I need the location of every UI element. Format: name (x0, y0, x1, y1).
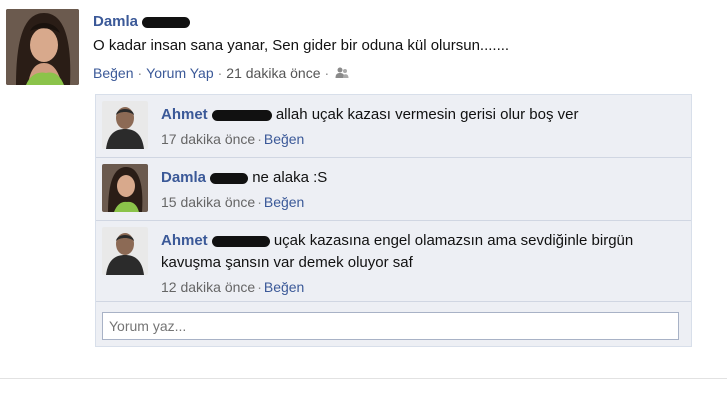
post-content: Damla O kadar insan sana yanar, Sen gide… (93, 12, 713, 83)
separator-dot: · (137, 65, 143, 81)
post-author-avatar[interactable] (6, 9, 79, 85)
comment-like-link[interactable]: Beğen (264, 131, 304, 147)
comment-input[interactable] (102, 312, 679, 340)
comment-timestamp[interactable]: 12 dakika önce (161, 279, 255, 295)
redacted-surname (210, 172, 249, 184)
redacted-surname (211, 109, 272, 121)
commenter-name[interactable]: Ahmet (161, 106, 208, 123)
commenter-name[interactable]: Ahmet (161, 232, 208, 249)
separator-dot: · (324, 65, 330, 81)
comments-list: Ahmet allah uçak kazası vermesin gerisi … (95, 94, 692, 347)
commenter-name[interactable]: Damla (161, 169, 206, 186)
comment-composer (96, 302, 691, 346)
separator-dot: · (257, 279, 262, 295)
story-divider (0, 378, 727, 379)
post-actions: Beğen · Yorum Yap · 21 dakika önce · (93, 64, 713, 83)
comment-like-link[interactable]: Beğen (264, 279, 304, 295)
post-author-row: Damla (93, 12, 713, 34)
commenter-avatar[interactable] (102, 101, 148, 149)
post-author-name[interactable]: Damla (93, 13, 138, 30)
comment-text: ne alaka :S (252, 169, 328, 186)
comment-body: Ahmet allah uçak kazası vermesin gerisi … (161, 95, 691, 149)
post-message: O kadar insan sana yanar, Sen gider bir … (93, 37, 510, 54)
comment-timestamp[interactable]: 17 dakika önce (161, 131, 255, 147)
commenter-avatar[interactable] (102, 227, 148, 275)
redacted-surname (211, 235, 270, 247)
separator-dot: · (257, 194, 262, 210)
redacted-surname (142, 16, 191, 28)
comment-like-link[interactable]: Beğen (264, 194, 304, 210)
friends-icon[interactable] (335, 65, 349, 83)
commenter-avatar[interactable] (102, 164, 148, 212)
comment-text: allah uçak kazası vermesin gerisi olur b… (275, 106, 579, 123)
comment-body: Damla ne alaka :S 15 dakika önce · Beğen (161, 158, 691, 212)
post-timestamp[interactable]: 21 dakika önce (226, 65, 320, 81)
like-link[interactable]: Beğen (93, 65, 133, 81)
comment-item: Damla ne alaka :S 15 dakika önce · Beğen (96, 158, 691, 221)
separator-dot: · (257, 131, 262, 147)
feed-story: Damla O kadar insan sana yanar, Sen gide… (0, 0, 727, 399)
comment-link[interactable]: Yorum Yap (146, 65, 213, 81)
comment-body: Ahmet uçak kazasına engel olamazsın ama … (161, 221, 691, 297)
comment-item: Ahmet allah uçak kazası vermesin gerisi … (96, 95, 691, 158)
separator-dot: · (217, 65, 223, 81)
comment-timestamp[interactable]: 15 dakika önce (161, 194, 255, 210)
comment-item: Ahmet uçak kazasına engel olamazsın ama … (96, 221, 691, 302)
